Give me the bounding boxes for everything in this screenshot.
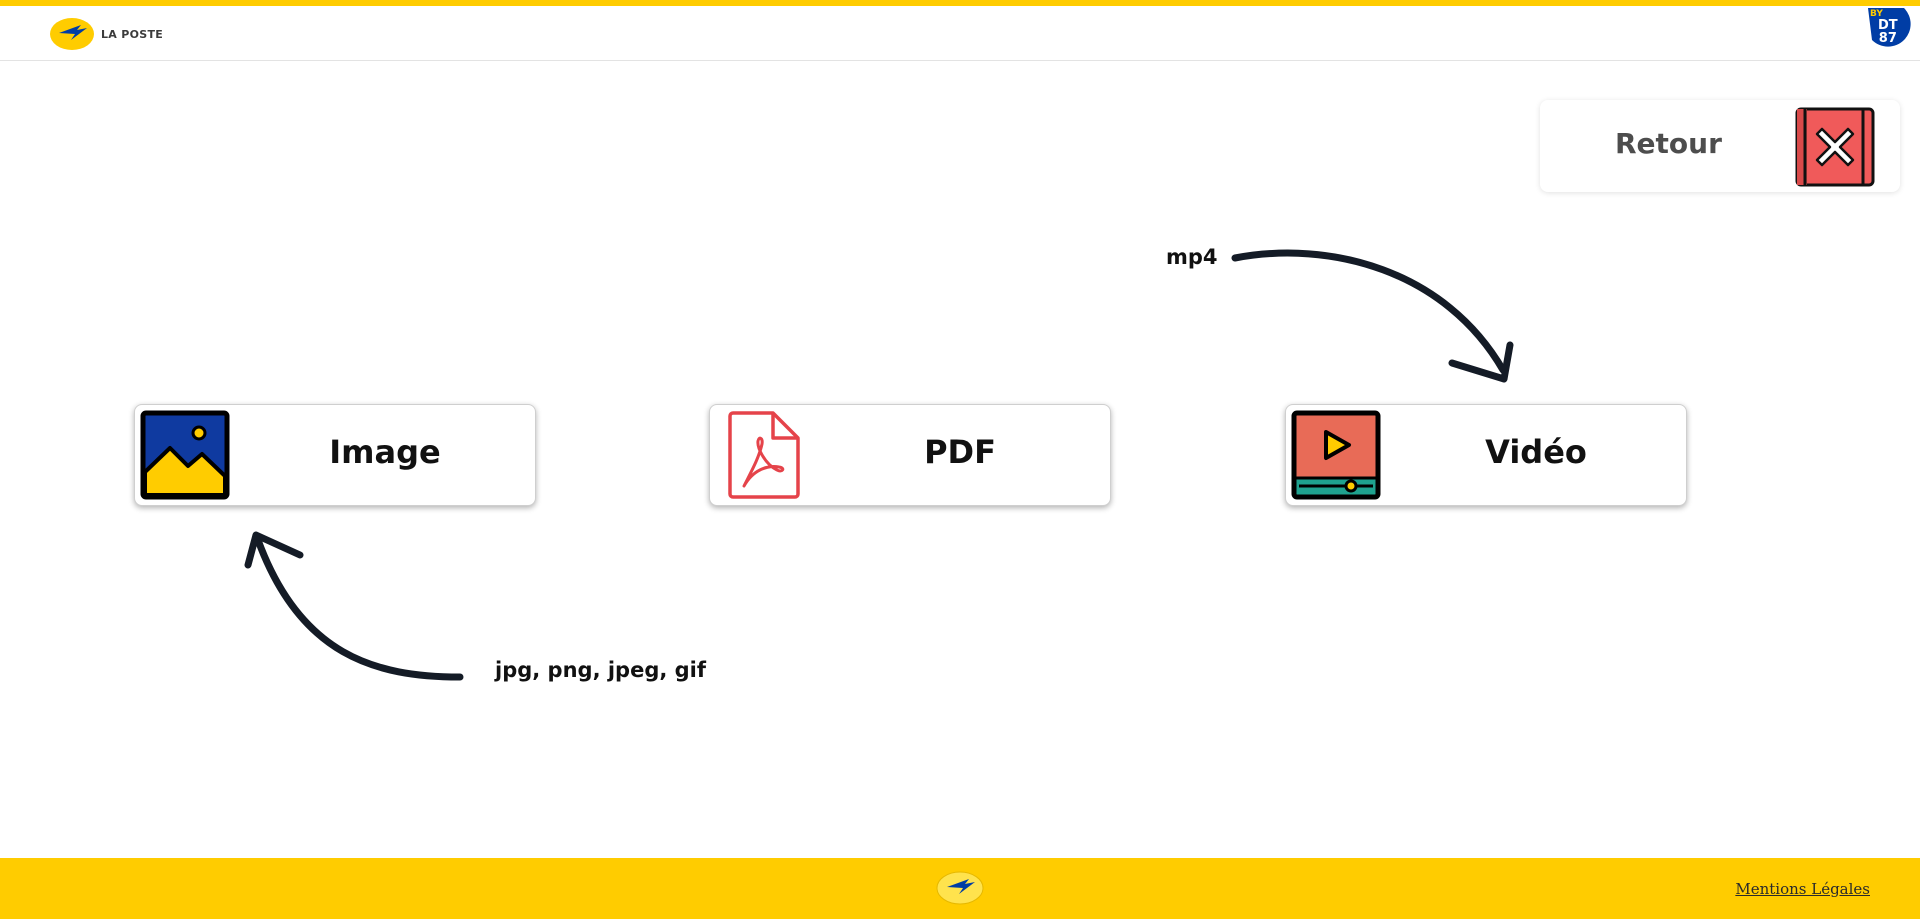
- brand-name: LA POSTE: [101, 27, 164, 41]
- la-poste-logo-icon: [936, 871, 984, 905]
- pdf-card[interactable]: PDF: [709, 404, 1111, 506]
- pdf-icon: [728, 411, 800, 499]
- legal-notice-link[interactable]: Mentions Légales: [1735, 880, 1870, 898]
- back-button[interactable]: Retour: [1540, 100, 1900, 192]
- arrow-to-video-icon: [1231, 249, 1514, 383]
- pdf-card-label: PDF: [924, 433, 996, 471]
- image-card[interactable]: Image: [134, 404, 536, 506]
- video-formats-hint: mp4: [1166, 245, 1218, 269]
- dt87-badge: BY DT 87: [1864, 6, 1916, 58]
- image-card-label: Image: [329, 433, 441, 471]
- arrow-to-image-icon: [244, 531, 464, 681]
- close-icon: [1795, 107, 1875, 187]
- page: LA POSTE BY DT 87 Retour mp4 jpg, png, j…: [0, 0, 1920, 919]
- la-poste-logo-icon: [50, 18, 94, 50]
- badge-text: DT 87: [1878, 19, 1898, 45]
- video-card[interactable]: Vidéo: [1285, 404, 1687, 506]
- image-formats-hint: jpg, png, jpeg, gif: [495, 658, 707, 682]
- image-icon: [140, 410, 230, 500]
- header: LA POSTE BY DT 87: [0, 6, 1920, 61]
- badge-line2: 87: [1878, 31, 1897, 46]
- video-card-label: Vidéo: [1485, 433, 1587, 471]
- back-button-label: Retour: [1615, 127, 1722, 160]
- brand[interactable]: LA POSTE: [49, 16, 163, 52]
- footer: Mentions Légales: [0, 858, 1920, 919]
- video-icon: [1291, 410, 1381, 500]
